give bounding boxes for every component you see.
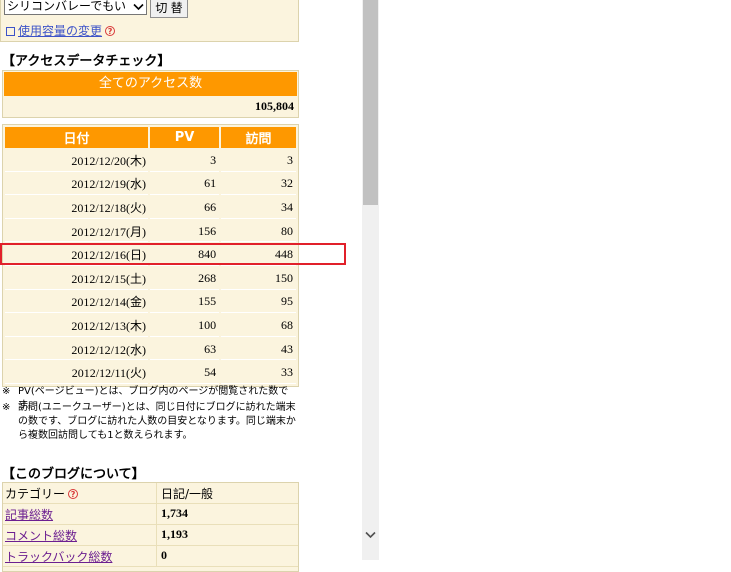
- total-access-panel: 全てのアクセス数 105,804: [2, 70, 299, 118]
- row-visits: 3: [221, 150, 296, 172]
- scrollbar-thumb[interactable]: [363, 0, 378, 205]
- highlight-annotation-box: [0, 243, 346, 265]
- table-row: 2012/12/19(水) 61 32: [5, 173, 296, 196]
- row-visits: 34: [221, 197, 296, 219]
- table-row: 2012/12/11(火) 54 33: [5, 362, 296, 384]
- row-date: 2012/12/17(月): [5, 220, 148, 243]
- column-header-pv: PV: [150, 127, 220, 148]
- table-row: 2012/12/15(土) 268 150: [5, 267, 296, 290]
- note-visits: ※ 訪問(ユニークユーザー)とは、同じ日付にブログに訪れた端末の数です、ブログに…: [2, 401, 300, 445]
- note-pv: ※ PV(ページビュー)とは、ブログ内のページが閲覧された数です。: [2, 385, 300, 411]
- table-row: 2012/12/17(月) 156 80: [5, 220, 296, 243]
- row-pv: 100: [150, 315, 220, 337]
- row-date: 2012/12/13(木): [5, 315, 148, 337]
- about-value: 1,193: [161, 527, 188, 541]
- about-label-link[interactable]: トラックバック総数: [5, 548, 112, 565]
- about-row-trackbacks: トラックバック総数 0: [3, 546, 298, 567]
- access-section-title: 【アクセスデータチェック】: [2, 54, 171, 69]
- total-access-header: 全てのアクセス数: [4, 72, 297, 96]
- row-date: 2012/12/12(水): [5, 338, 148, 361]
- about-value: 0: [161, 548, 167, 562]
- table-row: 2012/12/20(木) 3 3: [5, 150, 296, 172]
- note-mark: ※: [2, 386, 11, 397]
- row-pv: 268: [150, 267, 220, 290]
- scroll-down-icon[interactable]: [364, 528, 377, 542]
- row-date: 2012/12/18(火): [5, 197, 148, 219]
- switch-button[interactable]: 切 替: [150, 0, 188, 18]
- row-visits: 95: [221, 291, 296, 314]
- row-pv: 54: [150, 362, 220, 384]
- about-section-title: 【このブログについて】: [2, 467, 145, 482]
- row-visits: 32: [221, 173, 296, 196]
- vertical-scrollbar[interactable]: [362, 0, 379, 560]
- row-visits: 150: [221, 267, 296, 290]
- note-mark: ※: [2, 402, 11, 413]
- row-date: 2012/12/19(水): [5, 173, 148, 196]
- row-pv: 66: [150, 197, 220, 219]
- row-date: 2012/12/11(火): [5, 362, 148, 384]
- row-date: 2012/12/20(木): [5, 150, 148, 172]
- note-text: 訪問(ユニークユーザー)とは、同じ日付にブログに訪れた端末の数です、ブログに訪れ…: [18, 402, 296, 441]
- column-header-date: 日付: [5, 127, 148, 148]
- row-date: 2012/12/14(金): [5, 291, 148, 314]
- region-select-value: シリコンバレーでもい: [7, 0, 127, 13]
- row-visits: 68: [221, 315, 296, 337]
- about-row-comments: コメント総数 1,193: [3, 525, 298, 546]
- row-pv: 156: [150, 220, 220, 243]
- total-access-value: 105,804: [255, 99, 294, 113]
- table-row: 2012/12/12(水) 63 43: [5, 338, 296, 361]
- row-pv: 155: [150, 291, 220, 314]
- row-pv: 61: [150, 173, 220, 196]
- capacity-change-link[interactable]: 使用容量の変更?: [6, 22, 116, 39]
- table-row: 2012/12/13(木) 100 68: [5, 315, 296, 337]
- about-row-category: カテゴリー? 日記/一般: [3, 483, 298, 504]
- region-select[interactable]: シリコンバレーでもい: [4, 0, 147, 15]
- table-row: 2012/12/14(金) 155 95: [5, 291, 296, 314]
- column-header-visits: 訪問: [221, 127, 296, 148]
- about-value: 日記/一般: [161, 487, 214, 501]
- row-date: 2012/12/15(土): [5, 267, 148, 290]
- row-pv: 63: [150, 338, 220, 361]
- table-row: 2012/12/18(火) 66 34: [5, 197, 296, 219]
- about-value: 1,734: [161, 506, 188, 520]
- capacity-link-label: 使用容量の変更: [18, 24, 103, 38]
- about-label-link[interactable]: 記事総数: [5, 506, 53, 523]
- about-row-articles: 記事総数 1,734: [3, 504, 298, 525]
- about-blog-panel: カテゴリー? 日記/一般 記事総数 1,734 コメント総数 1,193 トラッ…: [2, 482, 299, 572]
- question-circle-icon[interactable]: ?: [105, 26, 116, 36]
- row-visits: 43: [221, 338, 296, 361]
- edit-icon: [6, 27, 15, 36]
- row-visits: 33: [221, 362, 296, 384]
- question-circle-icon[interactable]: ?: [68, 489, 79, 499]
- row-pv: 3: [150, 150, 220, 172]
- row-visits: 80: [221, 220, 296, 243]
- settings-panel: シリコンバレーでもい 切 替 使用容量の変更?: [0, 0, 299, 42]
- chevron-down-icon: [133, 0, 144, 14]
- table-header-row: 日付 PV 訪問: [5, 127, 296, 148]
- about-label-link[interactable]: コメント総数: [5, 527, 77, 544]
- about-label: カテゴリー: [5, 487, 66, 501]
